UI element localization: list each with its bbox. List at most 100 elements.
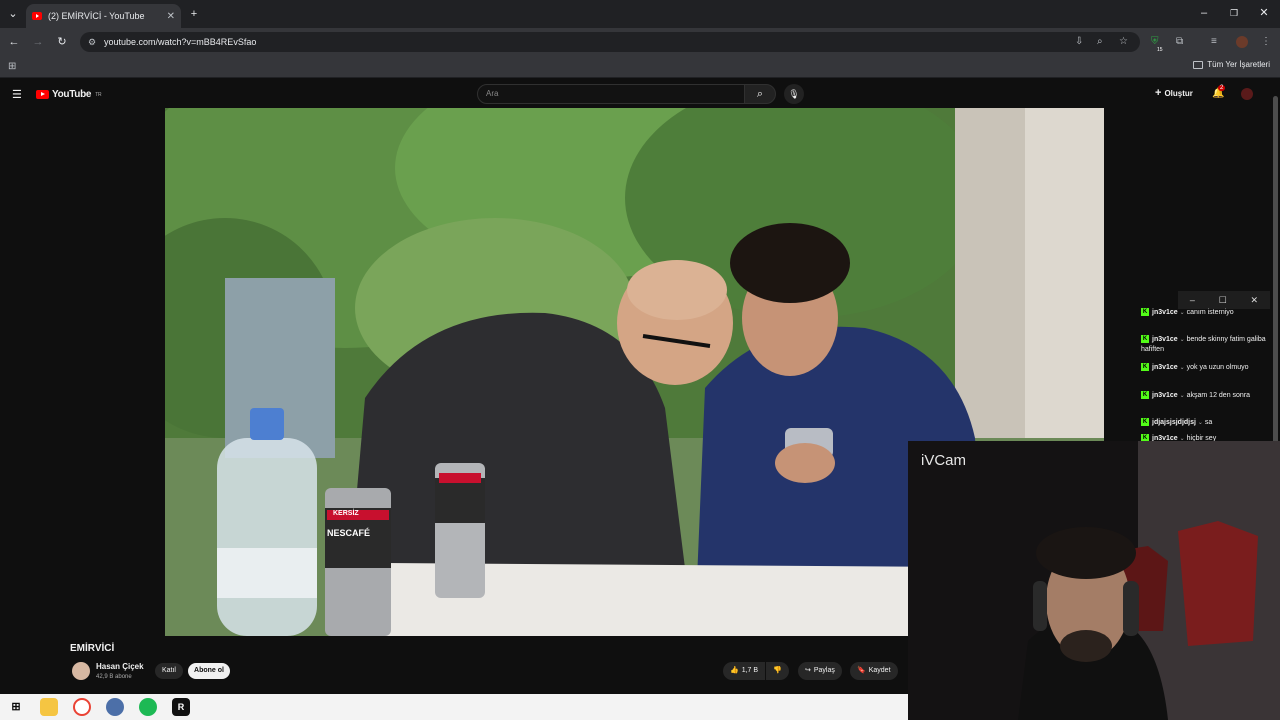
plus-icon: + — [1155, 87, 1162, 99]
video-title: EMİRVİCİ — [70, 643, 115, 654]
reload-icon[interactable]: ↻ — [54, 34, 70, 50]
windows-start-icon[interactable]: ⊞ — [7, 698, 25, 716]
subscribe-button[interactable]: Abone ol — [188, 663, 230, 679]
chat-message: Kjn3v1ce ⌄ canım isterniyo — [1141, 308, 1266, 318]
extensions-puzzle-icon[interactable]: ⧉ — [1176, 36, 1183, 48]
spotify-icon[interactable] — [139, 698, 157, 716]
chat-text: sa — [1204, 419, 1213, 426]
window-close-icon[interactable]: ✕ — [1256, 5, 1272, 21]
account-avatar[interactable] — [1241, 88, 1253, 100]
youtube-play-icon — [36, 90, 49, 99]
chat-username[interactable]: jdjajsjsjdjdjsj — [1152, 419, 1196, 426]
zoom-icon[interactable]: ⌕ — [1097, 36, 1103, 48]
ivcam-label: iVCam — [921, 452, 967, 469]
chrome-menu-icon[interactable]: ⋮ — [1261, 36, 1271, 48]
new-tab-button[interactable]: + — [186, 6, 202, 22]
dislike-button[interactable]: 👎 — [766, 662, 789, 680]
chat-username[interactable]: jn3v1ce — [1152, 364, 1178, 371]
youtube-logo[interactable]: YouTube TR — [36, 89, 102, 100]
chat-close-icon[interactable]: ✕ — [1251, 295, 1259, 306]
tab-search-chevron-icon[interactable]: ⌄ — [5, 6, 21, 22]
chat-message: Kjdjajsjsjdjdjsj ⌄ sa — [1141, 418, 1266, 428]
windows-taskbar — [0, 694, 908, 720]
address-bar[interactable]: ⚙ youtube.com/watch?v=mBB4REvSfao — [80, 32, 1140, 52]
file-explorer-icon[interactable] — [40, 698, 58, 716]
create-label: Oluştur — [1164, 88, 1193, 98]
kick-icon: K — [1141, 308, 1149, 317]
browser-tab[interactable]: (2) EMİRVİCİ - YouTube ✕ — [26, 4, 181, 28]
notifications-bell-icon[interactable]: 🔔 2 — [1212, 85, 1226, 99]
bookmarks-bar: ⊞ Tüm Yer İşaretleri — [0, 56, 1280, 78]
chevron-down-icon: ⌄ — [1179, 310, 1185, 316]
chat-maximize-icon[interactable]: ☐ — [1219, 295, 1227, 306]
share-label: Paylaş — [813, 667, 835, 674]
chevron-down-icon: ⌄ — [1179, 393, 1185, 399]
search-input[interactable]: Ara — [477, 84, 745, 104]
all-bookmarks-label: Tüm Yer İşaretleri — [1207, 60, 1270, 69]
save-label: Kaydet — [868, 667, 891, 674]
chrome-icon[interactable] — [73, 698, 91, 716]
notification-count: 2 — [1218, 85, 1226, 91]
chat-username[interactable]: jn3v1ce — [1152, 336, 1178, 343]
kick-icon: K — [1141, 363, 1149, 372]
window-minimize-icon[interactable]: – — [1196, 5, 1212, 21]
site-info-icon[interactable]: ⚙ — [88, 32, 96, 52]
all-bookmarks-folder[interactable]: Tüm Yer İşaretleri — [1193, 60, 1270, 69]
share-icon: ↪ — [805, 667, 811, 674]
like-button[interactable]: 👍 1,7 B — [723, 662, 766, 680]
channel-name[interactable]: Hasan Çiçek — [96, 662, 144, 671]
r-app-icon[interactable]: R — [172, 698, 190, 716]
chat-username[interactable]: jn3v1ce — [1152, 309, 1178, 316]
chat-text: akşam 12 den sonra — [1186, 392, 1251, 399]
browser-tab-strip: ⌄ (2) EMİRVİCİ - YouTube ✕ + – ❐ ✕ — [0, 0, 1280, 28]
install-app-icon[interactable]: ⇩ — [1075, 36, 1083, 48]
thumbs-up-icon: 👍 — [730, 667, 739, 674]
chat-text: yok ya uzun olmuyo — [1186, 364, 1249, 371]
save-button[interactable]: 🔖 Kaydet — [850, 662, 898, 680]
share-button[interactable]: ↪ Paylaş — [798, 662, 842, 680]
kick-icon: K — [1141, 418, 1149, 427]
forward-arrow-icon[interactable]: → — [30, 34, 46, 50]
webcam-overlay — [908, 441, 1280, 720]
chevron-down-icon: ⌄ — [1197, 420, 1203, 426]
chevron-down-icon: ⌄ — [1179, 365, 1185, 371]
bookmark-star-icon[interactable]: ☆ — [1119, 36, 1128, 48]
kick-icon: K — [1141, 391, 1149, 400]
tab-title: (2) EMİRVİCİ - YouTube — [48, 11, 145, 21]
hamburger-menu-icon[interactable]: ☰ — [12, 88, 22, 101]
youtube-favicon-icon — [32, 12, 42, 20]
search-icon[interactable]: ⌕ — [744, 84, 776, 104]
url-text: youtube.com/watch?v=mBB4REvSfao — [104, 37, 257, 47]
thumbs-down-icon: 👎 — [773, 667, 782, 674]
back-arrow-icon[interactable]: ← — [6, 34, 22, 50]
chat-window-titlebar: – ☐ ✕ — [1178, 291, 1270, 309]
microphone-icon[interactable]: 🎙 — [784, 84, 804, 104]
chat-username[interactable]: jn3v1ce — [1152, 392, 1178, 399]
youtube-logo-text: YouTube — [52, 89, 92, 100]
chat-minimize-icon[interactable]: – — [1190, 295, 1195, 305]
can-brand-top-label: KERSİZ — [333, 510, 359, 517]
webcam-feed — [908, 441, 1280, 720]
kick-icon: K — [1141, 335, 1149, 344]
chevron-down-icon: ⌄ — [1179, 337, 1185, 343]
can-brand-label: NESCAFÉ — [327, 528, 371, 538]
create-button[interactable]: + Oluştur — [1155, 87, 1193, 99]
chat-message: Kjn3v1ce ⌄ yok ya uzun olmuyo — [1141, 363, 1266, 373]
chat-message: Kjn3v1ce ⌄ bende skinny fatim galiba haf… — [1141, 335, 1266, 355]
channel-avatar[interactable] — [72, 662, 90, 680]
bookmark-icon: 🔖 — [857, 667, 866, 674]
browser-app-icon[interactable] — [106, 698, 124, 716]
profile-avatar[interactable] — [1236, 36, 1248, 48]
window-restore-icon[interactable]: ❐ — [1226, 5, 1242, 21]
apps-grid-icon[interactable]: ⊞ — [8, 61, 16, 73]
folder-icon — [1193, 60, 1204, 69]
chat-text: canım isterniyo — [1186, 309, 1234, 316]
like-count: 1,7 B — [741, 667, 759, 674]
media-controls-icon[interactable]: ≡ — [1211, 36, 1217, 48]
join-button[interactable]: Katıl — [155, 663, 183, 679]
subscriber-count: 42,9 B abone — [96, 674, 132, 680]
tab-close-icon[interactable]: ✕ — [167, 11, 175, 22]
extension-badge: 15 — [1157, 47, 1163, 53]
country-code: TR — [95, 91, 102, 98]
chat-message: Kjn3v1ce ⌄ akşam 12 den sonra — [1141, 391, 1266, 401]
